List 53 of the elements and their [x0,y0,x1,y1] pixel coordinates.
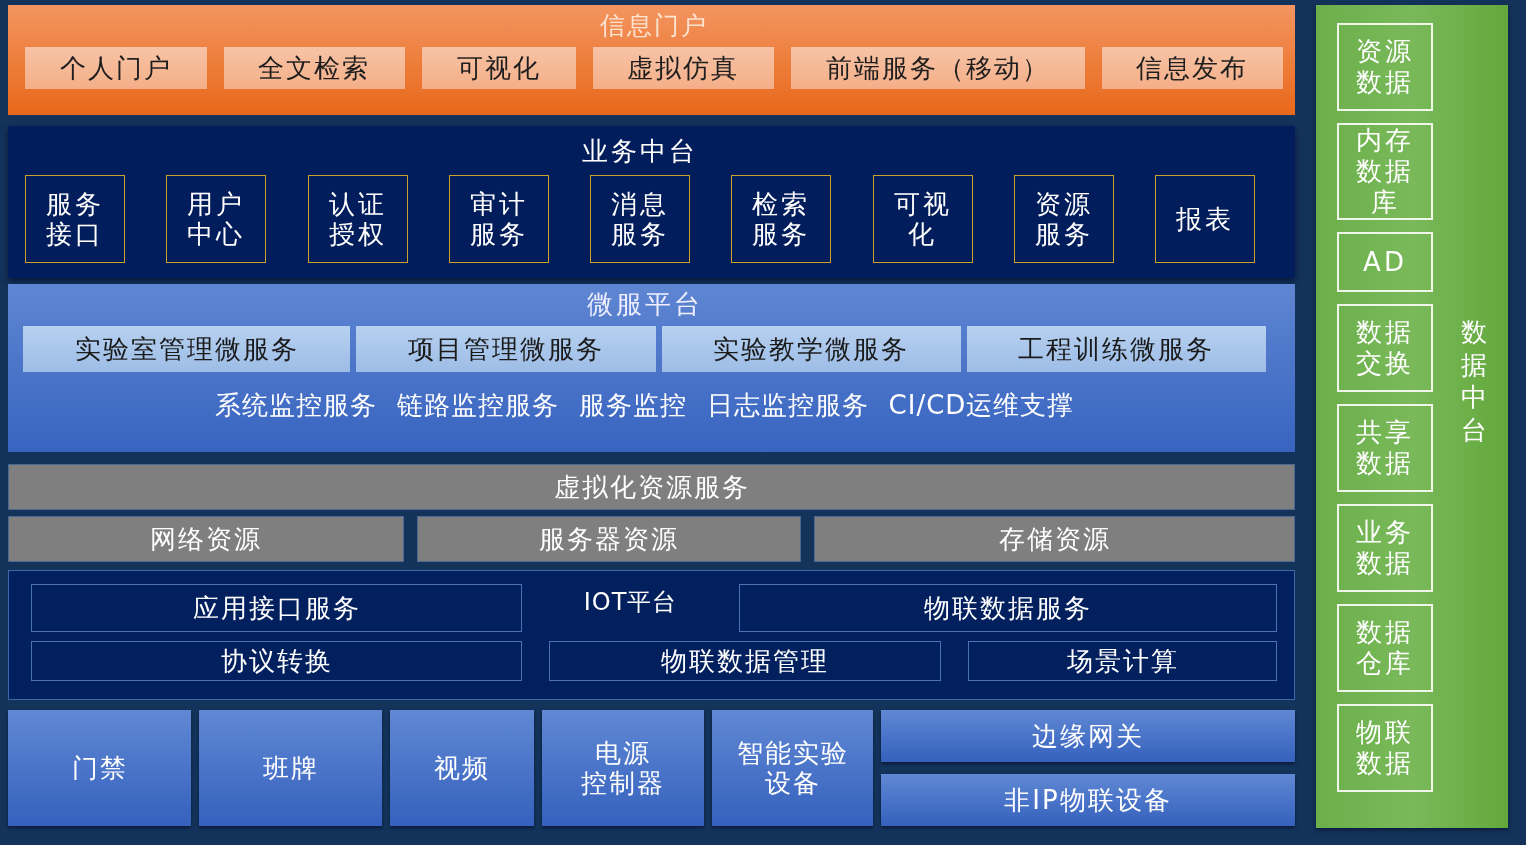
resource-module: 网络资源 [8,516,404,562]
data-module: AD [1337,232,1433,292]
monitoring-label: 链路监控服务 [396,389,559,422]
portal-module: 个人门户 [25,47,207,89]
data-module: 数据 仓库 [1337,604,1433,692]
service-module: 消息 服务 [590,175,690,263]
service-module: 报表 [1155,175,1255,263]
data-module: 数据 交换 [1337,304,1433,392]
portal-module: 信息发布 [1101,47,1283,89]
microservice-module: 实验室管理微服务 [23,326,351,372]
service-module: 可视 化 [872,175,973,263]
data-module: 内存 数据 库 [1337,123,1433,220]
monitoring-label: 日志监控服务 [706,389,869,422]
layer-title: IOT平台 [583,587,678,618]
iot-module: 物联数据服务 [739,584,1277,632]
service-module: 资源 服务 [1013,175,1114,263]
device-module: 班牌 [199,710,382,826]
gateway-module: 边缘网关 [881,710,1295,762]
layer-title: 数据中台 [1461,316,1487,446]
microservice-module: 项目管理微服务 [356,326,656,372]
service-module: 用户 中心 [166,175,267,263]
iot-module: 场景计算 [968,641,1277,681]
iot-module: 协议转换 [31,641,522,681]
data-module: 业务 数据 [1337,504,1433,592]
portal-module: 虚拟仿真 [592,47,774,89]
device-module: 视频 [390,710,534,826]
monitoring-label: CI/CD运维支撑 [888,389,1075,422]
data-module: 物联 数据 [1337,704,1433,792]
portal-module: 可视化 [422,47,576,89]
gateway-module: 非IP物联设备 [881,774,1295,826]
service-module: 认证 授权 [307,175,408,263]
layer-title: 业务中台 [582,135,698,167]
portal-module: 前端服务（移动） [791,47,1085,89]
service-module: 审计 服务 [448,175,549,263]
service-module: 检索 服务 [731,175,832,263]
microservice-module: 工程训练微服务 [966,326,1266,372]
iot-module: 物联数据管理 [549,641,941,681]
data-module: 资源 数据 [1337,23,1433,111]
microservice-module: 实验教学微服务 [661,326,961,372]
service-module: 服务 接口 [25,175,125,263]
monitoring-label: 系统监控服务 [214,389,377,422]
layer-title: 信息门户 [600,11,708,41]
iot-module: 应用接口服务 [31,584,522,632]
resource-module: 存储资源 [814,516,1295,562]
monitoring-label: 服务监控 [578,389,687,422]
layer-title: 微服平台 [586,288,703,320]
data-module: 共享 数据 [1337,404,1433,492]
device-module: 智能实验 设备 [712,710,873,826]
portal-module: 全文检索 [223,47,405,89]
resource-module: 服务器资源 [417,516,801,562]
virtualization-bar: 虚拟化资源服务 [8,464,1295,510]
device-module: 电源 控制器 [542,710,704,826]
device-module: 门禁 [8,710,191,826]
